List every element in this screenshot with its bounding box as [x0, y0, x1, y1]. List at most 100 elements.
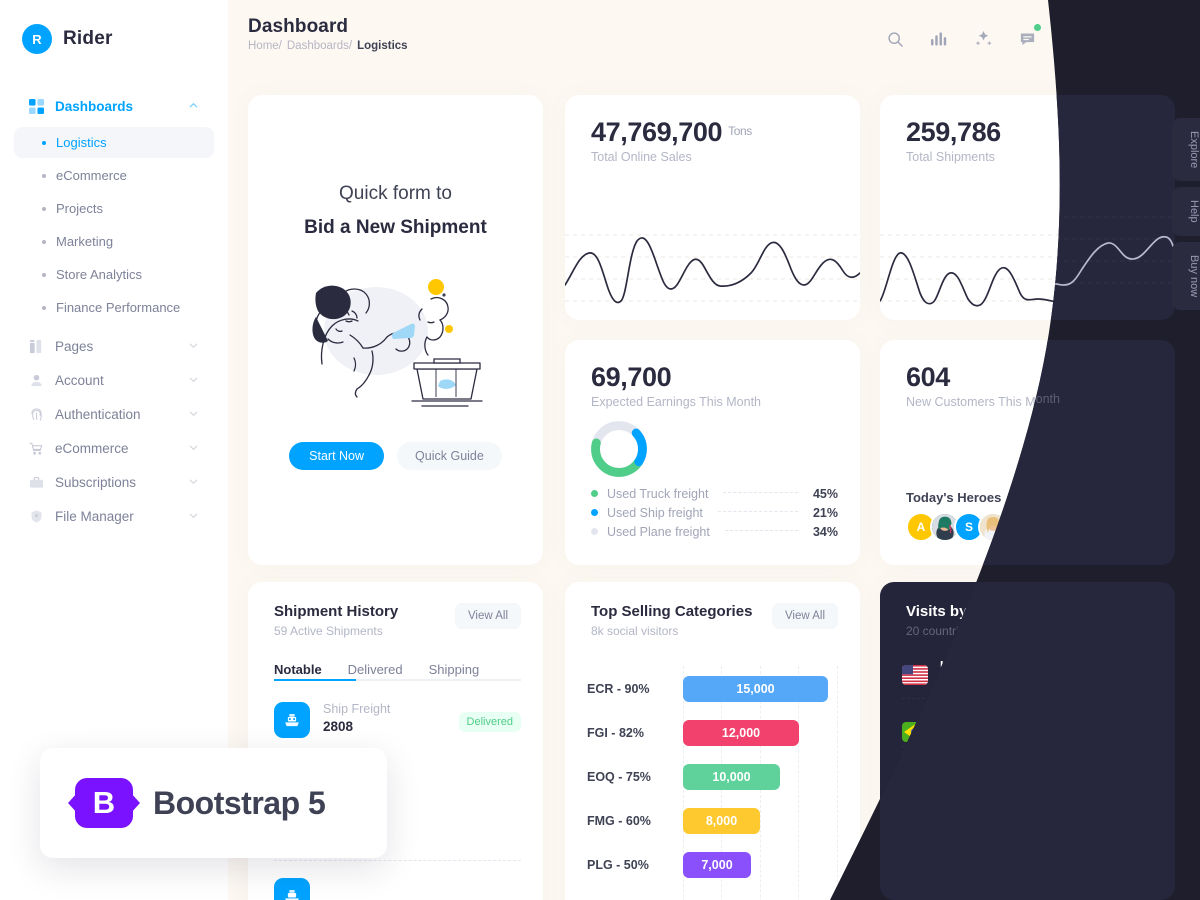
tab-shipping[interactable]: Shipping: [429, 662, 480, 687]
bullet-icon: [42, 239, 46, 244]
user-avatar[interactable]: [1146, 20, 1184, 58]
shipment-row[interactable]: [274, 878, 521, 900]
sidebar-item-dashboards[interactable]: Dashboards: [14, 89, 214, 123]
customers-value: 604: [906, 362, 950, 392]
visits-subtitle: 20 countries share 97% visits: [906, 624, 1063, 638]
edge-tab-strip: Explore Help Buy now: [1172, 118, 1200, 311]
visits-row[interactable]: India Many Sources 604 ↘8.3%: [902, 849, 1153, 885]
edge-tab-buy-now[interactable]: Buy now: [1172, 241, 1200, 311]
brand-logo-icon: R: [22, 24, 52, 54]
visits-row[interactable]: United States Direct link clicks 9,763 ↗2…: [902, 657, 1153, 693]
sidebar-item-ecommerce[interactable]: eCommerce: [14, 431, 214, 465]
visits-value: 849: [1066, 811, 1089, 827]
avatar-more-count[interactable]: +42: [1050, 512, 1080, 542]
bar-value: 7,000: [683, 852, 751, 878]
sidebar-item-logistics[interactable]: Logistics: [14, 127, 214, 158]
apps-grid-icon[interactable]: [1058, 26, 1084, 52]
breadcrumb-current: Logistics: [357, 40, 408, 52]
fingerprint-icon: [28, 406, 44, 422]
bar-category-label: FMG - 60%: [587, 814, 651, 828]
bar-category-label: ECR - 90%: [587, 682, 650, 696]
legend-dot-plane: [591, 528, 598, 535]
sidebar-subnav: Logistics eCommerce Projects Marketing S…: [14, 127, 214, 323]
sidebar-subitem-label: eCommerce: [56, 168, 127, 183]
sidebar-item-authentication[interactable]: Authentication: [14, 397, 214, 431]
chevron-down-icon: [188, 408, 200, 420]
shipment-history-title: Shipment History: [274, 603, 399, 620]
bar-row: PLG - 50% 7,000: [565, 852, 860, 878]
brand[interactable]: R Rider: [0, 0, 228, 54]
sidebar-item-account[interactable]: Account: [14, 363, 214, 397]
visits-title: Visits by Country: [906, 603, 1030, 620]
freight-legend: Used Truck freight 45% Used Ship freight…: [591, 484, 838, 541]
flag-br-icon: [902, 722, 928, 742]
customers-label: New Customers This Month: [906, 395, 1060, 409]
shield-icon: [28, 508, 44, 524]
categories-subtitle: 8k social visitors: [591, 624, 679, 638]
sidebar-item-label: Account: [55, 372, 104, 388]
search-icon[interactable]: [882, 26, 908, 52]
categories-view-all-button[interactable]: View All: [771, 603, 838, 629]
moon-icon[interactable]: [1102, 26, 1128, 52]
visits-row[interactable]: France Impact Radius visits 849 ↗4.1%: [902, 801, 1153, 837]
breadcrumb-dashboards[interactable]: Dashboards/: [287, 40, 352, 52]
sales-value: 47,769,700: [591, 117, 723, 147]
bar-value: 10,000: [683, 764, 780, 790]
shipment-history-view-all-button[interactable]: View All: [454, 603, 521, 629]
user-icon: [28, 372, 44, 388]
row-separator: [902, 746, 1153, 747]
visits-change-badge: ↘8.3%: [1101, 856, 1153, 878]
cart-icon: [28, 440, 44, 456]
visits-source: Many Sources: [940, 869, 1017, 883]
visits-row[interactable]: Brasil All Social Channels 4,062 ↘0.4%: [902, 705, 1153, 759]
sidebar-item-file-manager[interactable]: File Manager: [14, 499, 214, 533]
top-selling-categories-chart: ECR - 90% 15,000 FGI - 82% 12,000 EOQ - …: [565, 660, 860, 900]
visits-country: India: [940, 850, 971, 865]
sidebar-item-subscriptions[interactable]: Subscriptions: [14, 465, 214, 499]
sidebar-item-label: Pages: [55, 338, 94, 354]
sparkle-icon[interactable]: [970, 26, 996, 52]
shipments-value: 259,786: [906, 117, 1001, 147]
sidebar-item-projects[interactable]: Projects: [14, 193, 214, 224]
sidebar-item-ecommerce-dash[interactable]: eCommerce: [14, 160, 214, 191]
visits-change-badge: ↗4.1%: [1101, 808, 1153, 830]
legend-label-ship: Used Ship freight: [607, 505, 703, 520]
visits-change-badge: ↗2.6%: [1101, 664, 1153, 686]
legend-row: Used Plane freight 34%: [591, 522, 838, 541]
edge-tab-explore[interactable]: Explore: [1172, 118, 1200, 182]
start-now-button[interactable]: Start Now: [289, 442, 385, 470]
visits-change-badge: ↘0.4%: [1101, 721, 1153, 743]
shipment-code: 2808: [323, 719, 354, 734]
flag-tr-icon: [902, 770, 928, 790]
quick-guide-button[interactable]: Quick Guide: [397, 442, 502, 470]
edge-tab-help[interactable]: Help: [1172, 187, 1200, 236]
sidebar-item-pages[interactable]: Pages: [14, 329, 214, 363]
sidebar-subitem-label: Projects: [56, 201, 103, 216]
categories-title: Top Selling Categories: [591, 603, 753, 620]
chart-bars-icon[interactable]: [926, 26, 952, 52]
tab-notable[interactable]: Notable: [274, 662, 322, 687]
status-badge: Delivered: [458, 712, 521, 732]
tab-delivered[interactable]: Delivered: [348, 662, 403, 687]
legend-value-plane: 34%: [812, 524, 838, 539]
expected-earnings-card: 69,700 Expected Earnings This Month Used…: [565, 340, 860, 565]
legend-label-truck: Used Truck freight: [607, 486, 709, 501]
chat-icon[interactable]: [1014, 24, 1041, 52]
sidebar-item-store-analytics[interactable]: Store Analytics: [14, 259, 214, 290]
visits-view-all-button[interactable]: View All: [1086, 603, 1153, 629]
chevron-up-icon: [188, 100, 200, 112]
sidebar-groups: Pages Account Authentication eCommerce S…: [14, 329, 214, 533]
flag-fr-icon: [902, 809, 928, 829]
legend-row: Used Truck freight 45%: [591, 484, 838, 503]
freight-donut-chart: [588, 418, 650, 485]
grid-icon: [28, 98, 44, 114]
visits-country: Turkey: [940, 754, 982, 769]
sidebar-item-finance-performance[interactable]: Finance Performance: [14, 292, 214, 323]
total-online-sales-card: 47,769,700 Tons Total Online Sales: [565, 95, 860, 320]
visits-row[interactable]: Turkey Mailchimp Campaigns 1,680 ↗0.2%: [902, 753, 1153, 807]
breadcrumb-home[interactable]: Home/: [248, 40, 282, 52]
visits-value: 9,763: [1055, 667, 1089, 683]
visits-source: Impact Radius visits: [940, 821, 1047, 835]
chevron-down-icon: [188, 476, 200, 488]
sidebar-item-marketing[interactable]: Marketing: [14, 226, 214, 257]
